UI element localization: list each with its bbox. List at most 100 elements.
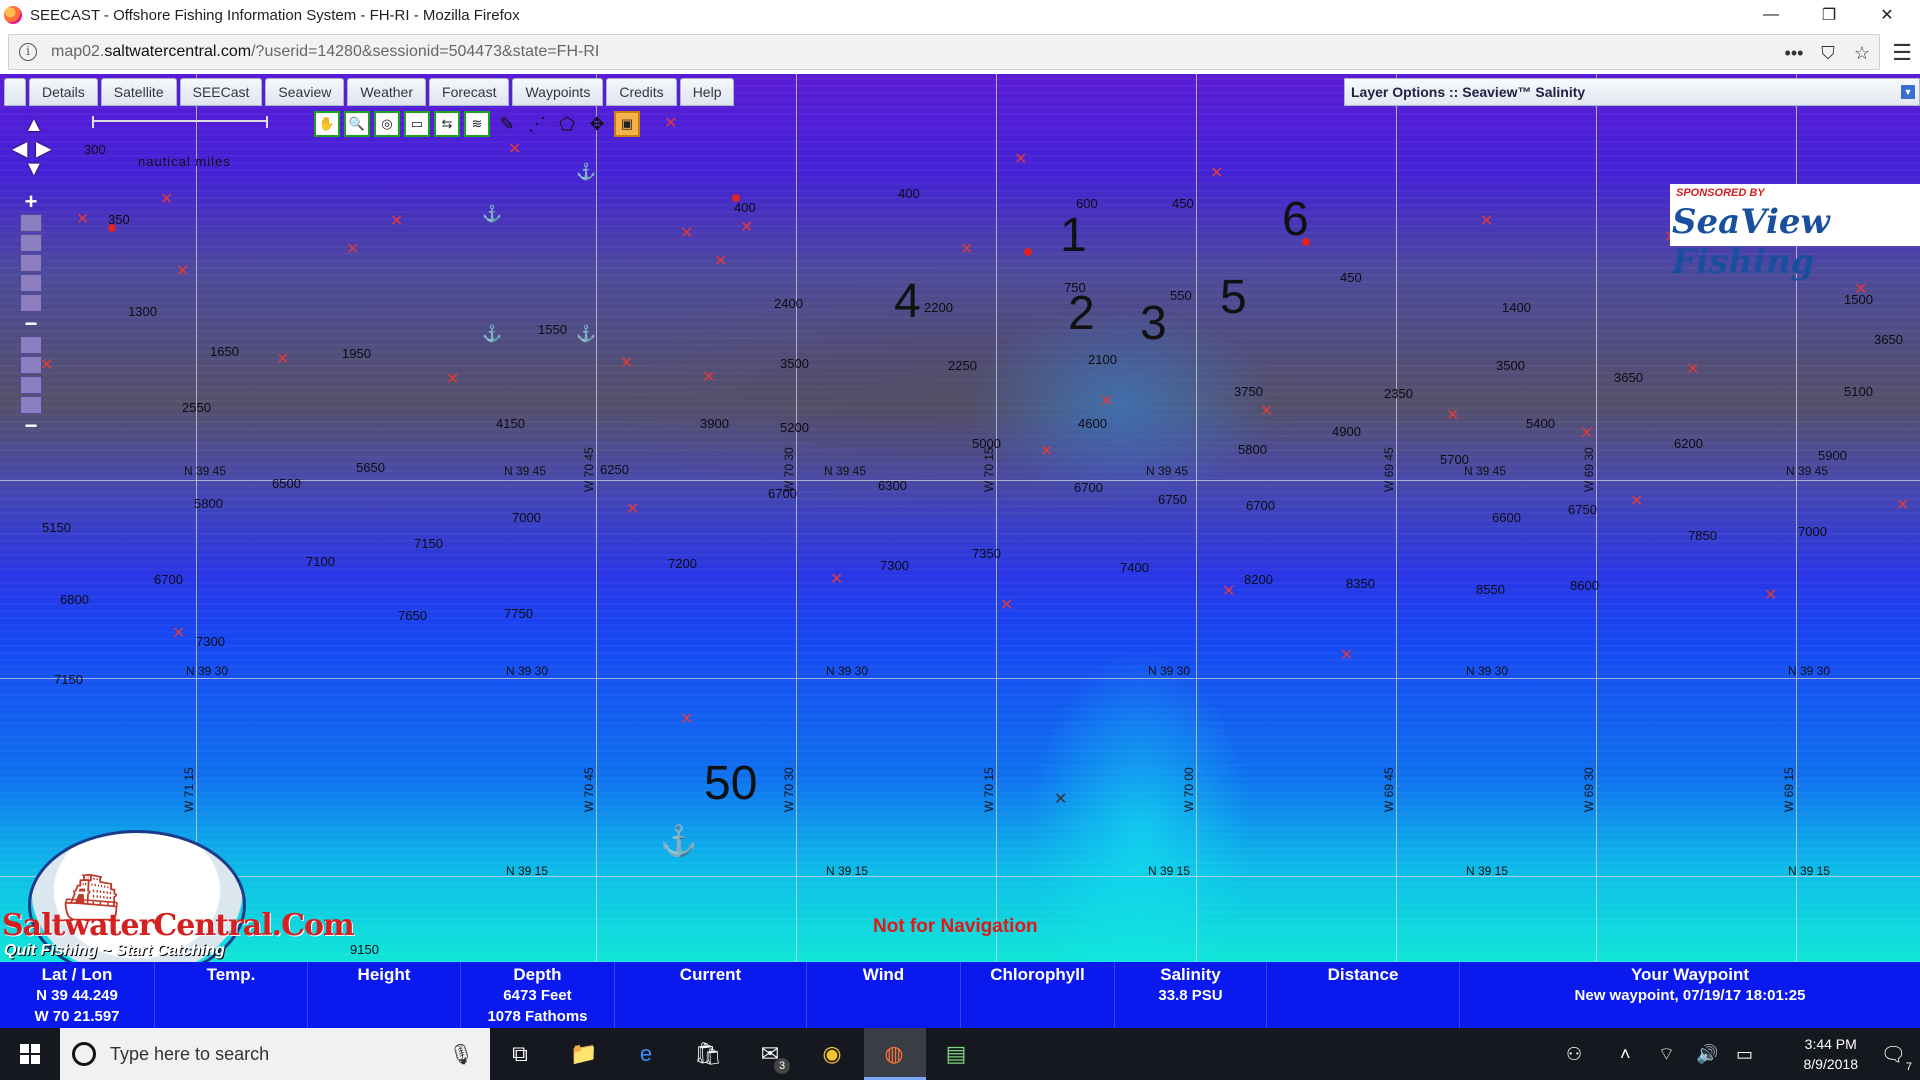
x-marker[interactable]: ✕ bbox=[76, 212, 89, 228]
app-icon[interactable]: ◉ bbox=[814, 1036, 850, 1072]
tab-satellite[interactable]: Satellite bbox=[100, 78, 177, 106]
x-marker[interactable]: ✕ bbox=[160, 192, 173, 208]
polygon-icon[interactable]: ⬠ bbox=[554, 111, 580, 137]
nm-icon[interactable]: ▭ bbox=[404, 111, 430, 137]
buoy-icon[interactable]: ⚓ bbox=[482, 324, 502, 344]
x-marker[interactable]: ✕ bbox=[1040, 444, 1053, 460]
tab-credits[interactable]: Credits bbox=[606, 78, 677, 106]
x-marker[interactable]: ✕ bbox=[740, 220, 753, 236]
pen-icon[interactable]: ✎ bbox=[494, 111, 520, 137]
marker-number[interactable]: 3 bbox=[1140, 296, 1167, 351]
zoom-level-marker[interactable]: − bbox=[20, 313, 42, 335]
x-marker[interactable]: ✕ bbox=[276, 352, 289, 368]
map-viewport[interactable]: N 39 45 N 39 45 N 39 45 N 39 45 N 39 45 … bbox=[0, 74, 1920, 962]
spreadsheet-icon[interactable]: ▤ bbox=[938, 1036, 974, 1072]
site-info-icon[interactable]: i bbox=[19, 43, 37, 61]
chevron-up-icon[interactable]: ˄ bbox=[1620, 1028, 1631, 1080]
marker-number[interactable]: 5 bbox=[1220, 270, 1247, 325]
waypoint-dot[interactable] bbox=[732, 194, 740, 202]
tab-help[interactable]: Help bbox=[679, 78, 735, 106]
x-marker[interactable]: ✕ bbox=[680, 712, 693, 728]
x-marker[interactable]: ✕ bbox=[390, 214, 403, 230]
x-marker[interactable]: ✕ bbox=[1446, 408, 1459, 424]
pocket-icon[interactable]: ⛉ bbox=[1811, 43, 1845, 64]
file-explorer-icon[interactable]: 📁 bbox=[566, 1036, 602, 1072]
x-marker[interactable]: ✕ bbox=[446, 372, 459, 388]
task-view-icon[interactable]: ⧉ bbox=[502, 1036, 538, 1072]
marker-number[interactable]: 2 bbox=[1068, 286, 1095, 341]
battery-icon[interactable]: ▭ bbox=[1736, 1028, 1753, 1080]
dotted-line-icon[interactable]: ⋰ bbox=[524, 111, 550, 137]
microphone-icon[interactable]: 🎙 bbox=[449, 1042, 474, 1067]
store-icon[interactable]: 🛍 bbox=[690, 1036, 726, 1072]
taskbar-search[interactable]: Type here to search 🎙 bbox=[60, 1028, 490, 1080]
notification-icon[interactable]: 🗨 7 bbox=[1881, 1042, 1912, 1073]
layer-options-panel[interactable]: Layer Options :: Seaview™ Salinity ▼ bbox=[1344, 78, 1920, 106]
marker-number[interactable]: 1 bbox=[1060, 208, 1087, 263]
salinity-map[interactable] bbox=[0, 74, 1920, 962]
buoy-icon[interactable]: ⚓ bbox=[576, 324, 596, 344]
x-marker[interactable]: ✕ bbox=[1000, 598, 1013, 614]
start-button[interactable] bbox=[0, 1028, 60, 1080]
x-marker[interactable]: ✕ bbox=[1580, 426, 1593, 442]
buoy-icon[interactable]: ⚓ bbox=[482, 204, 502, 224]
x-marker[interactable]: ✕ bbox=[960, 242, 973, 258]
buoy-icon[interactable]: ⚓ bbox=[576, 162, 596, 182]
saltwatercentral-logo[interactable]: ⛴ SaltwaterCentral.Com Quit Fishing ~ St… bbox=[0, 826, 355, 980]
close-button[interactable]: ✕ bbox=[1858, 0, 1916, 30]
address-bar[interactable]: i map02.saltwatercentral.com/?userid=142… bbox=[8, 34, 1880, 70]
url-text[interactable]: map02.saltwatercentral.com/?userid=14280… bbox=[51, 43, 599, 61]
marker-number[interactable]: 4 bbox=[894, 274, 921, 329]
network-icon[interactable]: ⌔ bbox=[1658, 1028, 1675, 1080]
tab-seaview[interactable]: Seaview bbox=[265, 78, 345, 106]
tab-weather[interactable]: Weather bbox=[347, 78, 427, 106]
taskbar-clock[interactable]: 3:44 PM 8/9/2018 bbox=[1804, 1034, 1859, 1074]
sponsor-banner[interactable]: SPONSORED BY SeaView Fishing bbox=[1670, 184, 1920, 282]
zoom-out-button[interactable]: − bbox=[20, 415, 42, 437]
menu-icon[interactable]: ☰ bbox=[1892, 40, 1912, 66]
pan-down-icon[interactable]: ▼ bbox=[24, 158, 44, 181]
pan-hand-icon[interactable]: ✋ bbox=[314, 111, 340, 137]
x-marker[interactable]: ✕ bbox=[680, 226, 693, 242]
people-icon[interactable]: ⚇ bbox=[1566, 1028, 1582, 1080]
tab-waypoints[interactable]: Waypoints bbox=[512, 78, 604, 106]
minimize-button[interactable]: — bbox=[1742, 0, 1800, 30]
globe-icon[interactable]: ◎ bbox=[374, 111, 400, 137]
pan-up-icon[interactable]: ▲ bbox=[24, 114, 44, 137]
waypoint-dot[interactable] bbox=[1024, 248, 1032, 256]
x-marker[interactable]: ✕ bbox=[176, 264, 189, 280]
waypoint-dot[interactable] bbox=[108, 224, 116, 232]
x-marker[interactable]: ✕ bbox=[1260, 404, 1273, 420]
waypoint-dot[interactable] bbox=[1302, 238, 1310, 246]
all-icon[interactable]: ▣ bbox=[614, 111, 640, 137]
x-marker[interactable]: ✕ bbox=[508, 142, 521, 158]
x-marker[interactable]: ✕ bbox=[1054, 792, 1067, 808]
zoom-in-button[interactable]: + bbox=[20, 191, 42, 213]
tab-details[interactable]: Details bbox=[29, 78, 98, 106]
x-marker[interactable]: ✕ bbox=[1896, 498, 1909, 514]
x-marker[interactable]: ✕ bbox=[1340, 648, 1353, 664]
tab-seecast[interactable]: SEECast bbox=[179, 78, 263, 106]
marker-number[interactable]: 50 bbox=[704, 756, 757, 811]
refresh-icon[interactable]: ⇆ bbox=[434, 111, 460, 137]
zoom-control[interactable]: + − − bbox=[20, 191, 44, 438]
x-marker[interactable]: ✕ bbox=[346, 242, 359, 258]
pan-control[interactable]: ▲ ◀ ▶ ▼ bbox=[12, 114, 52, 184]
x-marker[interactable]: ✕ bbox=[830, 572, 843, 588]
move-icon[interactable]: ✥ bbox=[584, 111, 610, 137]
zoom-icon[interactable]: 🔍 bbox=[344, 111, 370, 137]
firefox-taskbar-icon[interactable]: ◍ bbox=[876, 1036, 912, 1072]
x-marker[interactable]: ✕ bbox=[1480, 214, 1493, 230]
x-marker[interactable]: ✕ bbox=[1100, 394, 1113, 410]
tab-forecast[interactable]: Forecast bbox=[429, 78, 510, 106]
x-marker[interactable]: ✕ bbox=[1630, 494, 1643, 510]
x-marker[interactable]: ✕ bbox=[1222, 584, 1235, 600]
x-marker[interactable]: ✕ bbox=[714, 254, 727, 270]
x-marker[interactable]: ✕ bbox=[626, 502, 639, 518]
bookmark-star-icon[interactable]: ☆ bbox=[1845, 43, 1879, 64]
x-marker[interactable]: ✕ bbox=[1014, 152, 1027, 168]
x-marker[interactable]: ✕ bbox=[1210, 166, 1223, 182]
x-marker[interactable]: ✕ bbox=[172, 626, 185, 642]
buoy-icon[interactable]: ⚓ bbox=[660, 824, 697, 859]
x-marker[interactable]: ✕ bbox=[702, 370, 715, 386]
